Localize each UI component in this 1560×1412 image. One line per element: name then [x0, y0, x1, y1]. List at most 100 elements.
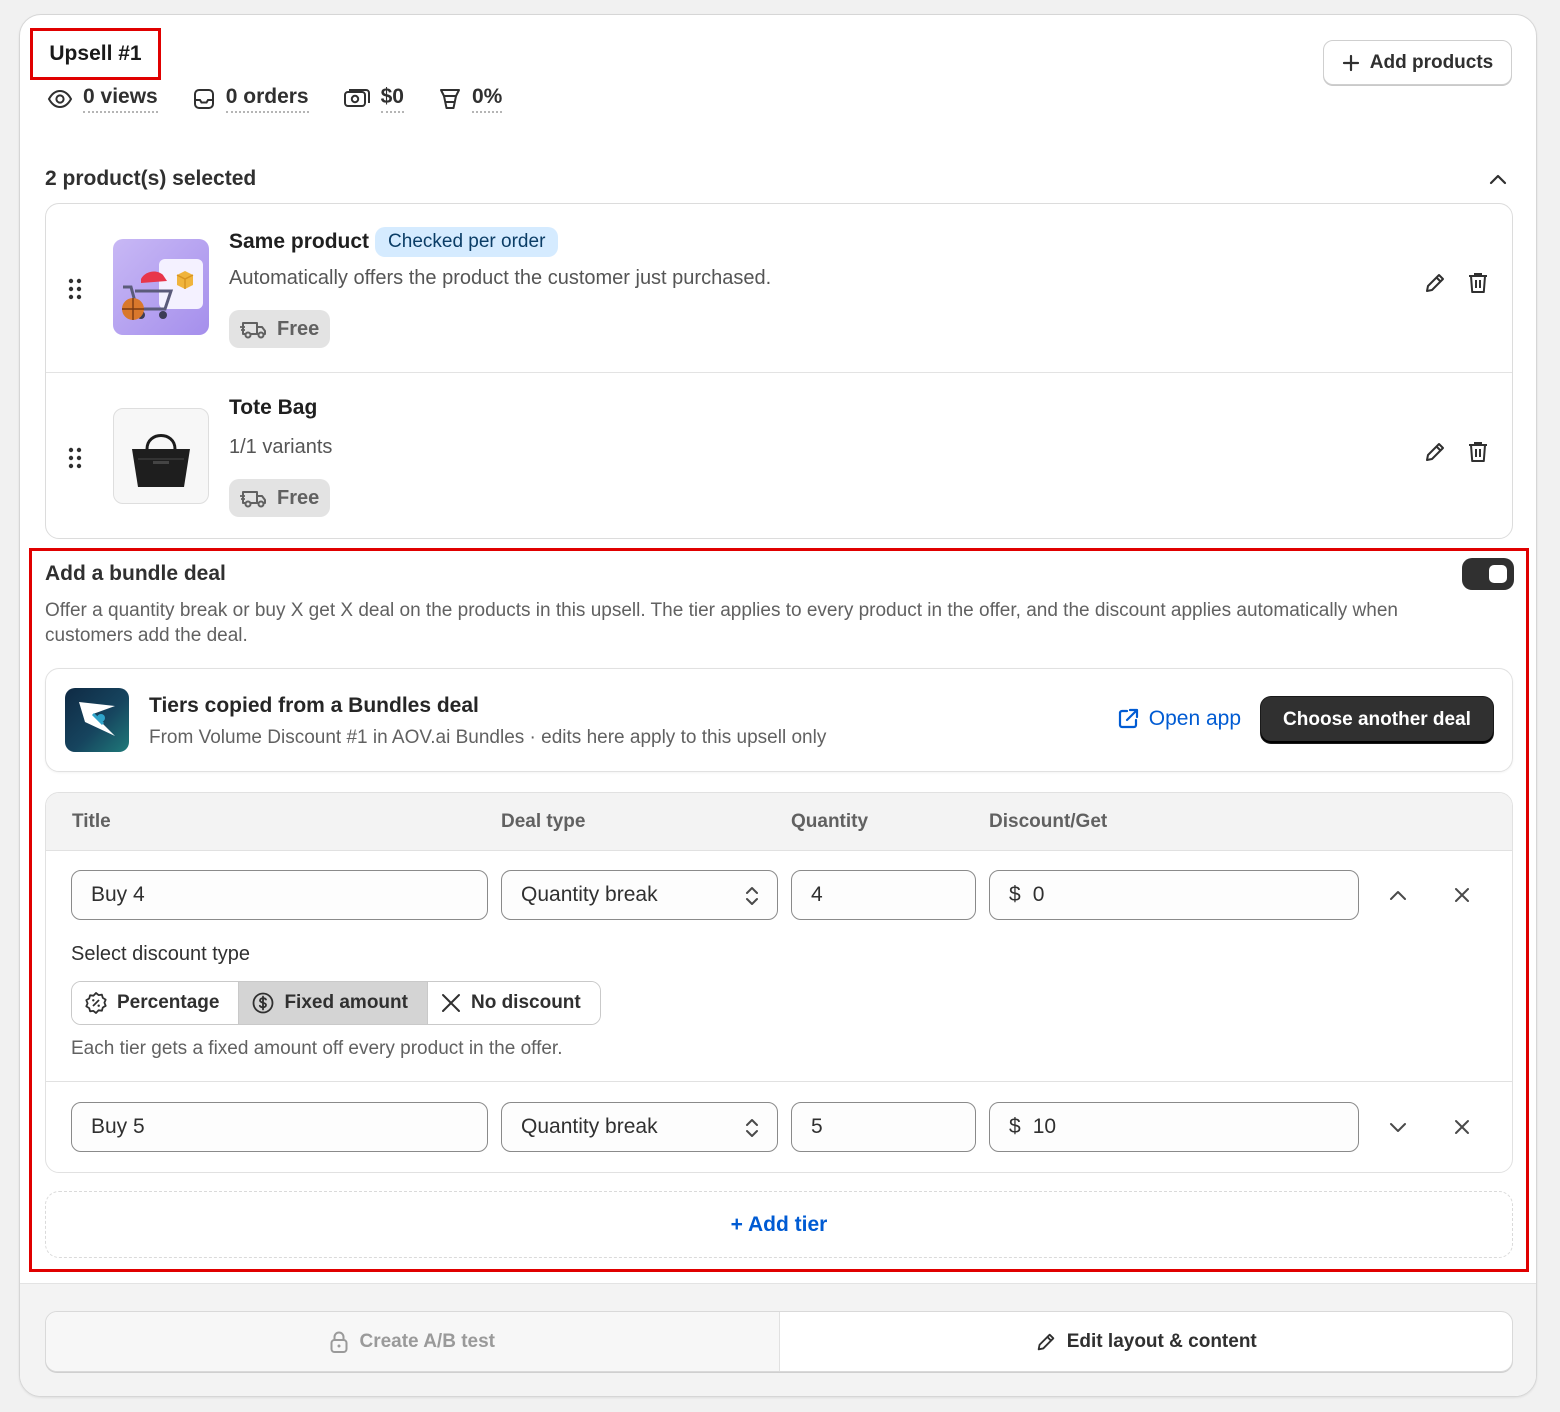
discount-type-percentage[interactable]: Percentage: [72, 982, 239, 1024]
delivery-truck-icon: [240, 491, 266, 508]
stats-bar: 0 views 0 orders $0 0%: [47, 85, 536, 113]
currency-symbol: $: [1009, 883, 1021, 906]
drag-handle-icon[interactable]: [68, 447, 82, 474]
discount-value: 10: [1032, 1115, 1057, 1138]
choose-another-deal-button[interactable]: Choose another deal: [1261, 697, 1493, 743]
stat-orders-value: 0 orders: [225, 85, 309, 113]
product-description: 1/1 variants: [229, 436, 333, 458]
external-link-icon: [1118, 708, 1138, 729]
discount-input[interactable]: $ 10: [989, 1102, 1359, 1152]
edit-pencil-icon[interactable]: [1423, 271, 1447, 300]
shipping-label: Free: [277, 317, 320, 340]
deal-type-value: Quantity break: [521, 1115, 658, 1138]
deal-source-subtitle: From Volume Discount #1 in AOV.ai Bundle…: [149, 727, 827, 748]
tier-row: Buy 4 Quantity break 4 $ 0 Select discou…: [46, 851, 1512, 1082]
close-icon[interactable]: [1454, 887, 1470, 908]
column-header-title: Title: [72, 811, 111, 832]
quantity-input[interactable]: 4: [791, 870, 976, 920]
footer-button-group: Create A/B test Edit layout & content: [45, 1311, 1513, 1372]
edit-pencil-icon[interactable]: [1423, 440, 1447, 469]
lock-icon: [330, 1331, 348, 1353]
quantity-input[interactable]: 5: [791, 1102, 976, 1152]
percent-badge-icon: [85, 992, 107, 1014]
stat-revenue[interactable]: $0: [343, 85, 404, 113]
shipping-badge: Free: [229, 479, 331, 517]
bundle-deal-description: Offer a quantity break or buy X get X de…: [45, 600, 1398, 646]
inbox-icon: [193, 89, 214, 109]
upsell-title: Upsell #1: [30, 28, 161, 80]
tier-title-input[interactable]: Buy 4: [71, 870, 488, 920]
stat-revenue-value: $0: [380, 85, 404, 113]
cash-icon: [343, 89, 370, 107]
product-row: Same product Checked per order Automatic…: [46, 204, 1512, 372]
trash-icon[interactable]: [1467, 271, 1489, 300]
open-app-link[interactable]: Open app: [1116, 707, 1241, 731]
funnel-icon: [439, 89, 460, 109]
stat-views-value: 0 views: [83, 85, 158, 113]
deal-type-select[interactable]: Quantity break: [501, 1102, 778, 1152]
discount-type-fixed-amount[interactable]: Fixed amount: [238, 982, 427, 1024]
discount-input[interactable]: $ 0: [989, 870, 1359, 920]
bundle-deal-toggle[interactable]: [1462, 558, 1514, 590]
card-footer: Create A/B test Edit layout & content: [20, 1283, 1536, 1396]
product-thumbnail-tote-bag: [113, 408, 209, 504]
product-title: Tote Bag: [229, 396, 318, 419]
tier-row: Buy 5 Quantity break 5 $ 10: [46, 1082, 1512, 1172]
edit-layout-button[interactable]: Edit layout & content: [780, 1312, 1513, 1371]
dollar-circle-icon: [253, 992, 274, 1014]
tiers-table-header: Title Deal type Quantity Discount/Get: [46, 793, 1512, 851]
discount-type-selector: Percentage Fixed amount No discount: [71, 981, 601, 1025]
select-arrows-icon: [746, 1119, 758, 1137]
close-icon[interactable]: [1454, 1119, 1470, 1140]
column-header-quantity: Quantity: [791, 811, 869, 832]
stat-orders[interactable]: 0 orders: [192, 85, 309, 113]
upsell-card: Upsell #1 Add products 0 views 0 orders …: [19, 14, 1537, 1397]
discount-type-label: Select discount type: [71, 943, 250, 965]
product-name: Tote Bag: [229, 396, 317, 420]
plus-icon: [1342, 54, 1359, 71]
edit-layout-label: Edit layout & content: [1066, 1330, 1257, 1352]
stat-conversion-value: 0%: [471, 85, 503, 113]
aov-bundles-app-logo: [65, 688, 129, 752]
trash-icon[interactable]: [1467, 440, 1489, 469]
select-arrows-icon: [746, 887, 758, 905]
product-description: Automatically offers the product the cus…: [229, 267, 772, 289]
eye-icon: [47, 89, 73, 109]
x-icon: [441, 994, 460, 1012]
product-row: Tote Bag 1/1 variants Free: [46, 372, 1512, 538]
tiers-table: Title Deal type Quantity Discount/Get Bu…: [45, 792, 1513, 1173]
create-ab-test-button[interactable]: Create A/B test: [46, 1312, 780, 1371]
edit-pencil-icon: [1037, 1333, 1054, 1350]
open-app-label: Open app: [1148, 707, 1241, 730]
products-selected-label: 2 product(s) selected: [45, 167, 257, 190]
discount-value: 0: [1032, 883, 1045, 906]
deal-source-title: Tiers copied from a Bundles deal: [149, 694, 479, 717]
column-header-deal-type: Deal type: [501, 811, 586, 832]
status-badge: Checked per order: [375, 227, 559, 257]
deal-source-card: Tiers copied from a Bundles deal From Vo…: [45, 668, 1513, 772]
percentage-label: Percentage: [117, 992, 220, 1013]
product-thumbnail-same-product: [113, 239, 209, 335]
currency-symbol: $: [1009, 1115, 1021, 1138]
product-list: Same product Checked per order Automatic…: [45, 203, 1513, 539]
deal-type-select[interactable]: Quantity break: [501, 870, 778, 920]
product-title: Same product: [229, 230, 370, 253]
create-ab-test-label: Create A/B test: [359, 1330, 495, 1352]
add-products-button[interactable]: Add products: [1323, 40, 1512, 85]
shipping-label: Free: [277, 486, 320, 509]
chevron-up-icon[interactable]: [1389, 888, 1407, 906]
product-name: Same product Checked per order: [229, 227, 559, 257]
stat-conversion[interactable]: 0%: [438, 85, 503, 113]
add-tier-button[interactable]: + Add tier: [45, 1191, 1513, 1258]
shipping-badge: Free: [229, 310, 331, 348]
bundle-deal-title: Add a bundle deal: [45, 562, 226, 585]
bundle-deal-section: Add a bundle deal Offer a quantity break…: [29, 548, 1529, 1272]
stat-views[interactable]: 0 views: [47, 85, 158, 113]
chevron-down-icon[interactable]: [1389, 1121, 1407, 1139]
fixed-amount-label: Fixed amount: [284, 992, 408, 1013]
drag-handle-icon[interactable]: [68, 278, 82, 305]
deal-type-value: Quantity break: [521, 883, 658, 906]
tier-title-input[interactable]: Buy 5: [71, 1102, 488, 1152]
chevron-up-icon[interactable]: [1488, 172, 1508, 191]
discount-type-none[interactable]: No discount: [426, 982, 600, 1024]
